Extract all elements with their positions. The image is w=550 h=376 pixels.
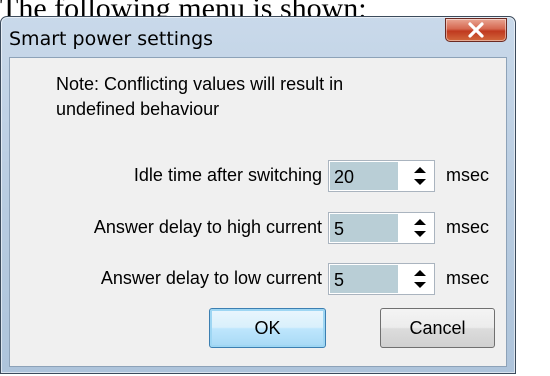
low-current-label: Answer delay to low current xyxy=(100,268,322,288)
high-current-spinbox[interactable] xyxy=(328,212,435,244)
field-row-idle-time: Idle time after switching msec xyxy=(10,160,506,192)
spin-down-arrow-icon[interactable] xyxy=(409,279,431,291)
dialog-content: Note: Conflicting values will result in … xyxy=(9,57,507,367)
note-line-2: undefined behaviour xyxy=(56,99,220,119)
idle-time-spinbox[interactable] xyxy=(328,160,435,192)
high-current-input[interactable] xyxy=(330,214,398,242)
spin-down-arrow-icon[interactable] xyxy=(409,176,431,188)
title-bar[interactable]: Smart power settings xyxy=(1,17,515,57)
dialog-window: Smart power settings Note: Conflicting v… xyxy=(0,16,516,374)
note-text: Note: Conflicting values will result in … xyxy=(56,72,343,122)
idle-time-input[interactable] xyxy=(330,162,398,190)
field-row-low-current: Answer delay to low current msec xyxy=(10,263,506,295)
close-button[interactable] xyxy=(445,18,507,42)
spin-up-arrow-icon[interactable] xyxy=(409,164,431,176)
cancel-button[interactable]: Cancel xyxy=(380,308,495,348)
note-line-1: Note: Conflicting values will result in xyxy=(56,74,344,94)
high-current-label: Answer delay to high current xyxy=(93,217,322,237)
spin-down-arrow-icon[interactable] xyxy=(409,228,431,240)
low-current-unit: msec xyxy=(446,268,490,288)
low-current-input[interactable] xyxy=(330,265,398,293)
spin-up-arrow-icon[interactable] xyxy=(409,267,431,279)
ok-button[interactable]: OK xyxy=(209,308,326,348)
low-current-spinbox[interactable] xyxy=(328,263,435,295)
high-current-spin-arrows[interactable] xyxy=(409,216,431,240)
idle-time-label: Idle time after switching xyxy=(133,165,322,185)
low-current-spin-arrows[interactable] xyxy=(409,267,431,291)
window-title: Smart power settings xyxy=(9,28,214,50)
idle-time-unit: msec xyxy=(446,165,490,185)
close-x-icon xyxy=(466,22,486,38)
spin-up-arrow-icon[interactable] xyxy=(409,216,431,228)
idle-time-spin-arrows[interactable] xyxy=(409,164,431,188)
high-current-unit: msec xyxy=(446,217,490,237)
field-row-high-current: Answer delay to high current msec xyxy=(10,212,506,244)
